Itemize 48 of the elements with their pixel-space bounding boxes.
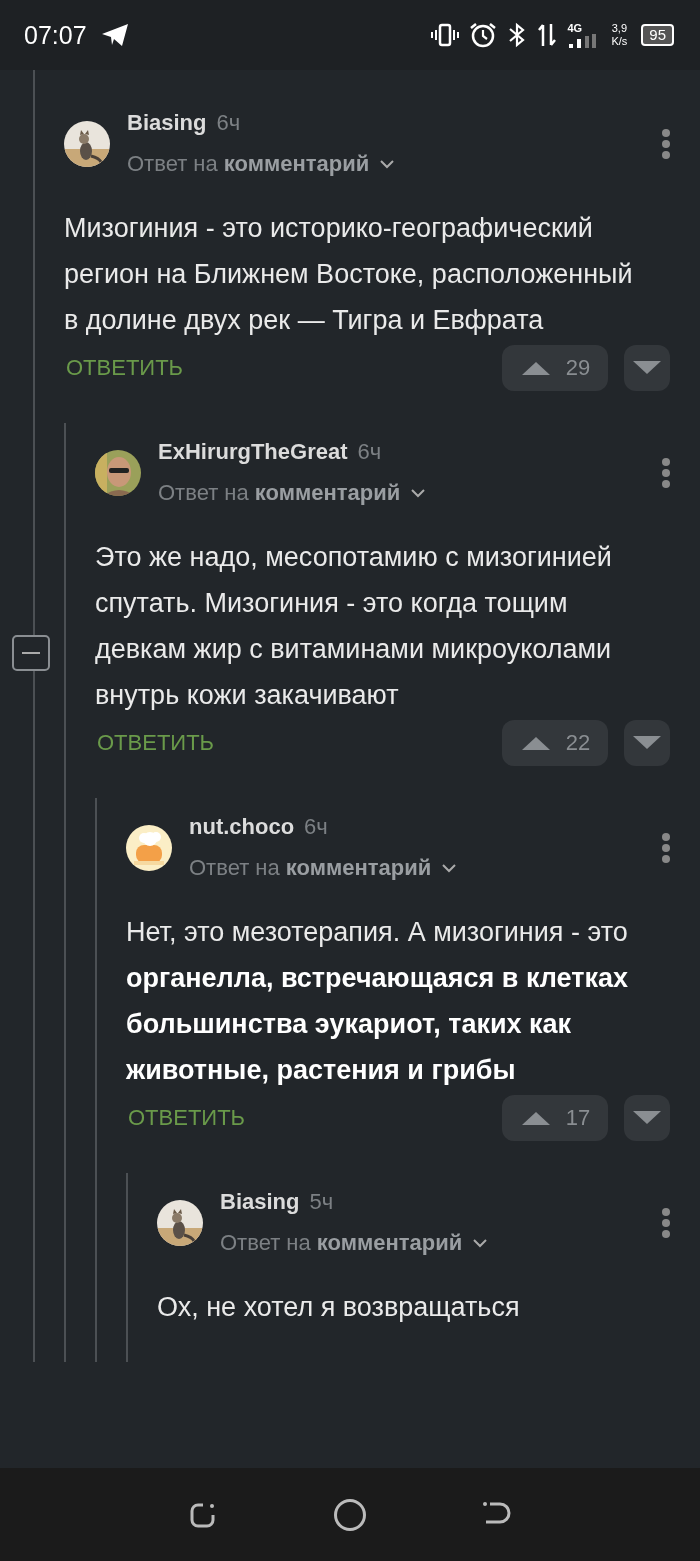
downvote-button[interactable] — [624, 345, 670, 391]
speed-unit: K/s — [611, 35, 628, 48]
comment-text: Нет, это мезотерапия. А мизогиния - это органелла, встречающаяся в клетках большинства эукариот, таких как животные, растения и грибы — [126, 916, 629, 1087]
downvote-button[interactable] — [624, 1095, 670, 1141]
comment-text: Ох, не хотел я возвращаться — [157, 1291, 521, 1324]
reply-button[interactable]: ОТВЕТИТЬ — [126, 1105, 246, 1131]
home-icon[interactable] — [333, 1497, 367, 1532]
upvote-button[interactable]: 29 — [502, 345, 608, 391]
chevron-down-icon[interactable] — [379, 159, 396, 169]
author-name[interactable]: Biasing — [127, 110, 207, 136]
comment-time: 6ч — [357, 439, 382, 465]
network-type: 4G — [567, 22, 583, 34]
more-icon[interactable] — [662, 457, 670, 488]
reply-button[interactable]: ОТВЕТИТЬ — [95, 730, 215, 756]
more-icon[interactable] — [662, 832, 670, 863]
collapse-button[interactable] — [12, 635, 50, 671]
vibrate-icon — [431, 23, 460, 47]
alarm-icon — [469, 22, 498, 48]
author-name[interactable]: Biasing — [220, 1189, 300, 1215]
comment-text: Это же надо, месопотамию с мизогинией спутать. Мизогиния - это когда тощим девкам жир с витаминами микроуколами внутрь кожи закачивают — [95, 541, 613, 712]
reply-to-link[interactable]: Ответ на комментарий — [127, 151, 370, 177]
upvote-button[interactable]: 17 — [502, 1095, 608, 1141]
downvote-button[interactable] — [624, 720, 670, 766]
more-icon[interactable] — [662, 1207, 670, 1238]
reply-to-link[interactable]: Ответ на комментарий — [189, 855, 432, 881]
author-name[interactable]: nut.choco — [189, 814, 295, 840]
clock: 07:07 — [24, 20, 87, 50]
comment-time: 6ч — [216, 110, 241, 136]
network-speed: 3,9 — [611, 22, 627, 35]
chevron-down-icon[interactable] — [441, 863, 458, 873]
triangle-down-icon — [631, 735, 663, 751]
comment-text: Мизогиния - это историко-географический регион на Ближнем Востоке, расположенный в долине двух рек — Тигра и Евфрата — [64, 212, 634, 337]
triangle-down-icon — [631, 360, 663, 376]
triangle-down-icon — [631, 1110, 663, 1126]
chevron-down-icon[interactable] — [472, 1238, 489, 1248]
author-name[interactable]: ExHirurgTheGreat — [158, 439, 348, 465]
signal-icon — [567, 33, 598, 48]
comment-time: 5ч — [309, 1189, 334, 1215]
chevron-down-icon[interactable] — [410, 488, 427, 498]
data-arrows-icon — [537, 22, 558, 48]
upvote-button[interactable]: 22 — [502, 720, 608, 766]
more-icon[interactable] — [662, 128, 670, 159]
paper-plane-icon — [100, 23, 129, 47]
reply-to-link[interactable]: Ответ на комментарий — [158, 480, 401, 506]
reply-to-link[interactable]: Ответ на комментарий — [220, 1230, 463, 1256]
battery-indicator: 95 — [641, 24, 674, 46]
comment-time: 6ч — [304, 814, 328, 840]
reply-button[interactable]: ОТВЕТИТЬ — [64, 355, 184, 381]
